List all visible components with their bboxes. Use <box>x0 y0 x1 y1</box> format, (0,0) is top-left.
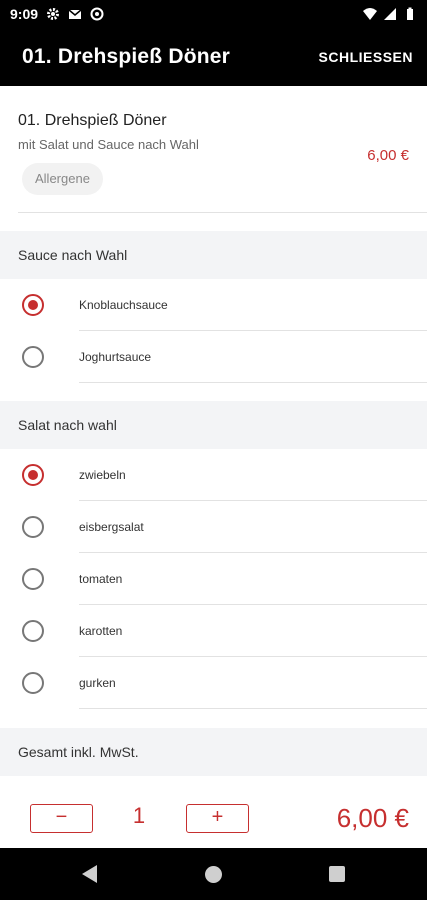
option-eisbergsalat[interactable]: eisbergsalat <box>0 501 427 553</box>
option-label: eisbergsalat <box>79 520 144 534</box>
section-header-salat: Salat nach wahl <box>0 401 427 449</box>
option-label: Knoblauchsauce <box>79 298 168 312</box>
status-bar: 9:09 <box>0 0 427 28</box>
radio-button-checked[interactable] <box>22 294 44 316</box>
option-label: tomaten <box>79 572 123 586</box>
product-header: 01. Drehspieß Döner mit Salat und Sauce … <box>0 86 427 231</box>
option-label: Joghurtsauce <box>79 350 152 364</box>
page-title: 01. Drehspieß Döner <box>22 45 231 68</box>
navigation-bar <box>0 848 427 900</box>
close-button[interactable]: SCHLIESSEN <box>319 49 413 65</box>
option-tomaten[interactable]: tomaten <box>0 553 427 605</box>
app-bar: 01. Drehspieß Döner SCHLIESSEN <box>0 28 427 86</box>
section-header-sauce: Sauce nach Wahl <box>0 231 427 279</box>
allergens-button[interactable]: Allergene <box>22 163 103 195</box>
option-gurken[interactable]: gurken <box>0 657 427 709</box>
status-time: 9:09 <box>10 6 39 22</box>
radio-button-checked[interactable] <box>22 464 44 486</box>
recent-apps-icon[interactable] <box>329 866 345 882</box>
option-knoblauchsauce[interactable]: Knoblauchsauce <box>0 279 427 331</box>
option-zwiebeln[interactable]: zwiebeln <box>0 449 427 501</box>
radio-button[interactable] <box>22 672 44 694</box>
quantity-bar: − 1 + 6,00 € <box>0 776 427 848</box>
option-label: gurken <box>79 676 116 690</box>
total-price: 6,00 € <box>336 803 409 833</box>
option-label: zwiebeln <box>79 468 126 482</box>
section-header-total: Gesamt inkl. MwSt. <box>0 728 427 776</box>
decrease-quantity-button[interactable]: − <box>30 804 93 833</box>
home-icon[interactable] <box>205 866 222 883</box>
gmail-icon <box>68 9 82 19</box>
option-karotten[interactable]: karotten <box>0 605 427 657</box>
product-price: 6,00 € <box>367 147 409 164</box>
status-icons-left <box>46 7 104 21</box>
radio-button[interactable] <box>22 516 44 538</box>
quantity-value: 1 <box>132 803 146 828</box>
product-name: 01. Drehspieß Döner <box>18 112 167 129</box>
signal-icon <box>384 8 396 20</box>
product-description: mit Salat und Sauce nach Wahl <box>18 137 199 152</box>
divider <box>79 382 427 383</box>
divider <box>18 212 427 213</box>
radio-button[interactable] <box>22 346 44 368</box>
status-icons-right <box>363 7 417 21</box>
option-joghurtsauce[interactable]: Joghurtsauce <box>0 331 427 383</box>
increase-quantity-button[interactable]: + <box>186 804 249 833</box>
back-icon[interactable] <box>82 865 97 883</box>
divider <box>79 708 427 709</box>
settings-icon <box>90 7 104 21</box>
wifi-icon <box>363 8 377 20</box>
option-label: karotten <box>79 624 123 638</box>
radio-button[interactable] <box>22 620 44 642</box>
battery-icon <box>407 7 413 20</box>
gear-icon <box>47 8 60 20</box>
radio-button[interactable] <box>22 568 44 590</box>
